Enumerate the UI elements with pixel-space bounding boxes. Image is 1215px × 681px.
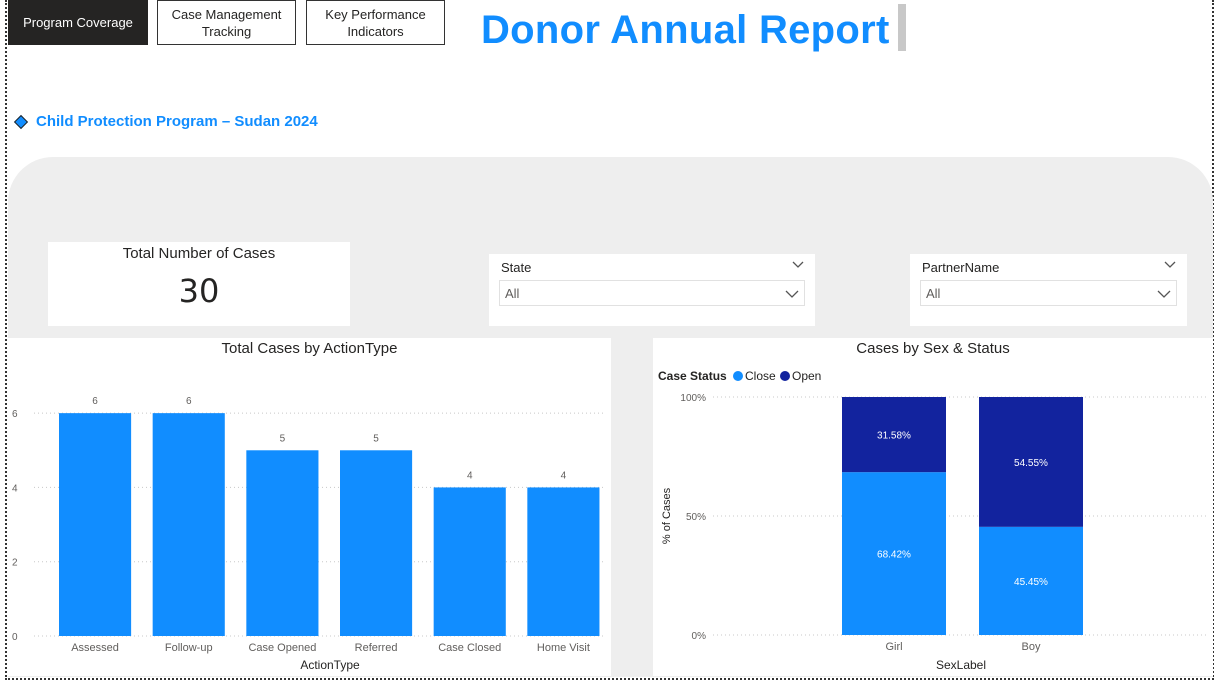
y-tick-label: 4 xyxy=(12,483,18,494)
bar xyxy=(246,450,319,636)
legend-item: Open xyxy=(792,369,821,383)
diamond-icon xyxy=(13,114,29,129)
legend-item: Close xyxy=(745,369,776,383)
x-tick-label: Boy xyxy=(1022,641,1041,653)
chevron-down-icon xyxy=(1157,290,1171,298)
data-label: 45.45% xyxy=(1014,577,1048,588)
data-label: 6 xyxy=(186,396,192,407)
x-tick-label: Case Closed xyxy=(438,642,501,654)
partner-dropdown[interactable]: All xyxy=(920,280,1177,306)
x-tick-label: Referred xyxy=(355,642,398,654)
x-tick-label: Girl xyxy=(885,641,902,653)
action-type-chart-panel: Total Cases by ActionType 0 2 4 6 6 Assessed 6… xyxy=(8,338,611,676)
subtitle-text: Child Protection Program – Sudan 2024 xyxy=(36,113,318,130)
chevron-down-icon[interactable] xyxy=(791,259,805,271)
chevron-down-icon xyxy=(785,290,799,298)
bar xyxy=(527,487,600,636)
y-axis-label: % of Cases xyxy=(661,487,673,544)
x-tick-label: Case Opened xyxy=(248,642,316,654)
nav-program-coverage-button[interactable]: Program Coverage xyxy=(8,0,148,45)
legend-swatch xyxy=(780,371,790,381)
state-slicer-label: State xyxy=(501,260,532,275)
data-label: 68.42% xyxy=(877,550,911,561)
x-axis-label: ActionType xyxy=(300,658,360,672)
nav-case-management-button[interactable]: Case Management Tracking xyxy=(157,0,296,45)
partner-slicer-label: PartnerName xyxy=(922,260,1000,275)
total-cases-card: Total Number of Cases 30 xyxy=(48,242,350,326)
x-tick-label: Assessed xyxy=(71,642,119,654)
nav-kpi-button[interactable]: Key Performance Indicators xyxy=(306,0,445,45)
bar xyxy=(340,450,413,636)
data-label: 4 xyxy=(561,470,567,481)
data-label: 5 xyxy=(280,433,286,444)
y-tick-label: 6 xyxy=(12,409,18,420)
data-label: 54.55% xyxy=(1014,458,1048,469)
x-axis-label: SexLabel xyxy=(936,658,986,672)
card-value: 30 xyxy=(178,272,220,310)
state-dropdown[interactable]: All xyxy=(499,280,805,306)
partner-slicer: PartnerName All xyxy=(910,254,1187,326)
bar xyxy=(152,413,225,636)
legend-swatch xyxy=(733,371,743,381)
y-tick-label: 0 xyxy=(12,632,18,643)
x-tick-label: Follow-up xyxy=(165,642,213,654)
partner-selected-value: All xyxy=(926,285,941,301)
page-title: Donor Annual Report xyxy=(481,8,890,52)
data-label: 5 xyxy=(373,433,379,444)
sex-status-chart-panel: Cases by Sex & Status Case Status Close Op… xyxy=(653,338,1213,676)
state-slicer: State All xyxy=(489,254,815,326)
legend-title: Case Status xyxy=(658,369,727,383)
state-selected-value: All xyxy=(505,285,520,301)
title-accent-bar xyxy=(898,4,906,51)
y-tick-label: 100% xyxy=(680,393,706,404)
card-label: Total Number of Cases xyxy=(122,245,276,262)
bar xyxy=(59,413,132,636)
data-label: 6 xyxy=(92,396,98,407)
data-label: 4 xyxy=(467,470,473,481)
chevron-down-icon[interactable] xyxy=(1163,259,1177,271)
y-tick-label: 0% xyxy=(692,631,707,642)
action-type-chart[interactable]: 0 2 4 6 6 Assessed 6 Follow-up 5 Case Opened 5 Refe… xyxy=(8,338,611,676)
program-subtitle: Child Protection Program – Sudan 2024 xyxy=(13,113,318,130)
x-tick-label: Home Visit xyxy=(537,642,590,654)
sex-status-chart[interactable]: Case Status Close Open 0% 50% 100% % of Cases 6… xyxy=(653,338,1213,676)
y-tick-label: 2 xyxy=(12,558,18,569)
bar xyxy=(433,487,506,636)
data-label: 31.58% xyxy=(877,431,911,442)
y-tick-label: 50% xyxy=(686,512,706,523)
